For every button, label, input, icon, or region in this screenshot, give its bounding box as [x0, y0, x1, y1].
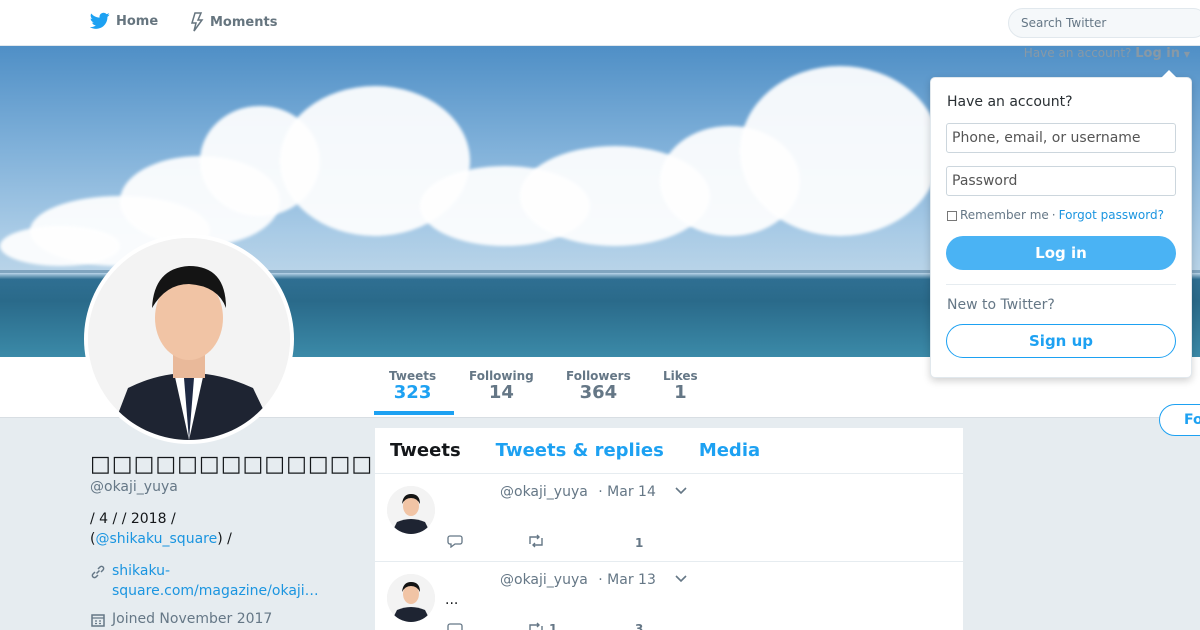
tweet-item[interactable]: @okaji_yuya · Mar 14 1 — [375, 474, 963, 562]
stat-value: 1 — [674, 382, 687, 403]
person-photo-icon — [88, 238, 290, 440]
person-photo-icon — [387, 486, 435, 534]
stat-label: Tweets — [389, 369, 437, 383]
chevron-down-icon[interactable] — [675, 486, 687, 496]
tab-tweets[interactable]: Tweets — [390, 440, 461, 461]
tab-media[interactable]: Media — [699, 440, 760, 461]
login-hint: Have an account? Log in ▼ — [1024, 46, 1190, 61]
reply-button[interactable] — [447, 622, 467, 630]
stat-tweets[interactable]: Tweets 323 — [389, 369, 436, 403]
dropdown-divider — [946, 284, 1176, 285]
bio-line: / 4 / / 2018 / — [90, 511, 176, 527]
profile-url-link[interactable]: shikaku-square.com/magazine/okaji… — [112, 561, 322, 601]
stat-value: 364 — [579, 382, 618, 403]
search-input[interactable] — [1008, 8, 1200, 38]
tweet-body: ... — [445, 592, 459, 608]
top-nav: Home Moments — [0, 0, 1200, 46]
tweet-item[interactable]: @okaji_yuya · Mar 13 ... 1 3 — [375, 562, 963, 630]
tweet-handle[interactable]: @okaji_yuya — [500, 484, 588, 500]
tweet-actions: 1 3 — [447, 622, 667, 630]
stat-likes[interactable]: Likes 1 — [663, 369, 698, 403]
login-hint-link[interactable]: Log in — [1135, 46, 1180, 61]
stat-followers[interactable]: Followers 364 — [566, 369, 631, 403]
bio-mention-link[interactable]: @shikaku_square — [95, 531, 217, 547]
like-count: 1 — [635, 536, 644, 550]
active-tab-indicator — [374, 411, 454, 415]
dropdown-title: Have an account? — [947, 94, 1073, 110]
stat-value: 14 — [488, 382, 514, 403]
remember-label: Remember me — [960, 208, 1049, 222]
separator-dot: · — [1051, 208, 1056, 222]
timeline-tabs: Tweets Tweets & replies Media — [375, 428, 963, 474]
tweet-actions: 1 — [447, 534, 667, 554]
profile-bio: / 4 / / 2018 / (@shikaku_square) / — [90, 509, 350, 549]
stat-label: Likes — [663, 369, 698, 383]
stat-following[interactable]: Following 14 — [469, 369, 534, 403]
joined-date: Joined November 2017 — [112, 611, 273, 627]
tweet-header: @okaji_yuya · Mar 14 — [500, 484, 656, 500]
like-count: 3 — [635, 622, 644, 630]
profile-sidebar: □□□□□□□□□□□□□□□□□□□□ @okaji_yuya / 4 / /… — [90, 452, 526, 629]
lightning-icon — [190, 12, 204, 32]
password-input[interactable] — [946, 166, 1176, 196]
caret-down-icon: ▼ — [1183, 50, 1190, 59]
nav-home[interactable]: Home — [90, 12, 158, 30]
new-to-twitter-label: New to Twitter? — [947, 297, 1055, 313]
tweet-header: @okaji_yuya · Mar 13 — [500, 572, 656, 588]
bio-text: ) / — [217, 531, 232, 547]
forgot-password-link[interactable]: Forgot password? — [1059, 208, 1164, 222]
retweet-count: 1 — [549, 622, 558, 630]
retweet-button[interactable] — [527, 534, 549, 548]
bio-line: (@shikaku_square) / — [90, 529, 350, 549]
chevron-down-icon[interactable] — [675, 574, 687, 584]
calendar-icon — [91, 614, 105, 627]
signup-button[interactable]: Sign up — [946, 324, 1176, 358]
login-hint-text: Have an account? — [1023, 46, 1132, 60]
reply-icon — [447, 623, 463, 630]
remember-checkbox[interactable] — [947, 211, 957, 221]
nav-home-label: Home — [116, 13, 159, 29]
nav-moments[interactable]: Moments — [190, 12, 277, 32]
tweet-avatar[interactable] — [387, 574, 435, 622]
login-dropdown: Have an account? Remember me · Forgot pa… — [930, 70, 1192, 378]
remember-row: Remember me · Forgot password? — [947, 208, 1164, 222]
link-icon — [91, 565, 105, 579]
profile-avatar[interactable] — [84, 234, 294, 444]
retweet-icon — [529, 622, 543, 630]
login-button[interactable]: Log in — [946, 236, 1176, 270]
twitter-bird-icon — [90, 12, 110, 29]
tweet-avatar[interactable] — [387, 486, 435, 534]
profile-joined: Joined November 2017 — [90, 609, 350, 629]
timeline: Tweets Tweets & replies Media @okaji_yuy… — [375, 428, 963, 630]
nav-moments-label: Moments — [210, 14, 278, 30]
retweet-button[interactable]: 1 — [527, 622, 557, 630]
tweet-date[interactable]: · Mar 13 — [598, 572, 656, 588]
profile-handle[interactable]: @okaji_yuya — [90, 479, 350, 495]
username-input[interactable] — [946, 123, 1176, 153]
reply-icon — [447, 535, 463, 548]
tweet-handle[interactable]: @okaji_yuya — [500, 572, 588, 588]
stat-label: Following — [469, 369, 534, 383]
tweet-date[interactable]: · Mar 14 — [598, 484, 656, 500]
display-name: □□□□□□□□□□□□□□□□□□□□ — [90, 452, 526, 477]
profile-url: shikaku-square.com/magazine/okaji… — [90, 561, 350, 601]
stat-value: 323 — [393, 382, 432, 403]
follow-button[interactable]: Fo — [1159, 404, 1200, 436]
like-button[interactable]: 3 — [635, 622, 643, 630]
stat-label: Followers — [566, 369, 631, 383]
reply-button[interactable] — [447, 534, 467, 548]
tab-tweets-replies[interactable]: Tweets & replies — [496, 440, 664, 461]
like-button[interactable]: 1 — [635, 536, 643, 550]
retweet-icon — [529, 534, 543, 548]
person-photo-icon — [387, 574, 435, 622]
